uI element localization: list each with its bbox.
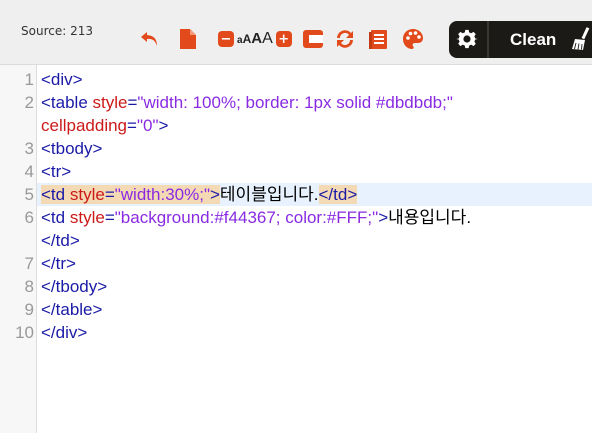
code-line[interactable]: </td> [41,229,80,252]
code-token-tag: </tr> [41,254,76,273]
gear-icon[interactable] [455,27,479,51]
code-token-tag: > [378,208,389,227]
clean-button[interactable]: Clean [489,21,592,58]
code-line[interactable]: </table> [41,298,102,321]
new-document-icon[interactable] [176,27,200,51]
code-token-tag: > [158,116,169,135]
code-token-tag: </td> [41,231,80,250]
code-token-str: "width:30%;" [114,185,210,204]
font-size-increase-icon[interactable]: + [275,31,292,47]
font-size-decrease-icon[interactable]: − [218,31,234,47]
line-number: 5 [24,185,34,204]
palette-icon[interactable] [401,27,425,51]
code-token-attr: cellpadding [41,116,128,135]
font-size-label: aAAA [237,30,273,48]
code-token-tag: </div> [41,323,88,342]
code-token-tag: <div> [41,70,83,89]
line-number: 1 [24,70,34,89]
code-token-attr: style [69,208,105,227]
code-token-txt: 내용입니다. [388,208,472,227]
code-token-tag: <tbody> [41,139,103,158]
font-size-glyph-small: A [242,32,252,46]
code-line[interactable]: </div> [41,321,87,344]
document-list-icon[interactable] [366,27,390,51]
line-number: 8 [24,277,34,296]
font-size-control: − aAAA + [218,30,292,48]
line-number: 3 [24,139,34,158]
broom-icon [571,27,591,51]
code-line[interactable]: <td style="background:#f44367; color:#FF… [41,206,471,229]
code-token-tag: </table> [41,300,103,319]
code-line[interactable]: </tbody> [41,275,107,298]
code-token-tag: <td [41,185,70,204]
code-token-tag: <table [41,93,93,112]
toolbar: Source: 213 − aAAA + Clean [0,0,592,64]
line-number [0,229,34,252]
code-line[interactable]: <tbody> [41,137,102,160]
line-number: 4 [24,162,34,181]
line-number [0,114,34,137]
code-line[interactable]: <td style="width:30%;">테이블입니다.</td> [41,183,358,206]
source-count: Source: 213 [21,24,93,38]
code-line[interactable]: <div> [41,68,83,91]
code-token-str: "background:#f44367; color:#FFF;" [114,208,379,227]
code-token-tag: </td> [318,185,358,204]
code-token-txt: 테이블입니다. [219,185,319,204]
line-number: 9 [24,300,34,319]
code-line[interactable]: <tr> [41,160,71,183]
code-token-tag: > [209,185,220,204]
code-editor[interactable]: 1 2 3 4 5 6 7 8 9 10 <div> <table style="width: 10… [0,64,592,433]
code-token-attr: style [69,185,105,204]
code-line[interactable]: </tr> [41,252,76,275]
font-size-glyph-medium: A [251,30,263,47]
line-number: 10 [15,323,34,342]
refresh-icon[interactable] [333,27,357,51]
code-line[interactable]: <table style="width: 100%; border: 1px s… [41,91,453,114]
code-token-str: "0" [136,116,159,135]
line-number: 6 [24,208,34,227]
code-line[interactable]: cellpadding="0"> [41,114,168,137]
font-size-glyph-large: A [262,30,273,47]
code-token-tag: = [127,93,138,112]
clean-label: Clean [510,30,557,49]
clean-panel: Clean [449,21,592,58]
line-number: 2 [24,93,34,112]
line-number-gutter: 1 2 3 4 5 6 7 8 9 10 [0,65,37,433]
code-token-attr: style [92,93,128,112]
code-token-str: "width: 100%; border: 1px solid #dbdbdb;… [137,93,453,112]
code-token-tag: <td [41,208,70,227]
code-token-tag: = [104,185,115,204]
wrap-icon[interactable] [301,27,325,51]
line-number: 7 [24,254,34,273]
code-token-tag: = [127,116,137,135]
code-token-tag: <tr> [41,162,72,181]
code-token-tag: = [104,208,115,227]
code-token-tag: </tbody> [41,277,108,296]
undo-icon[interactable] [138,27,162,51]
